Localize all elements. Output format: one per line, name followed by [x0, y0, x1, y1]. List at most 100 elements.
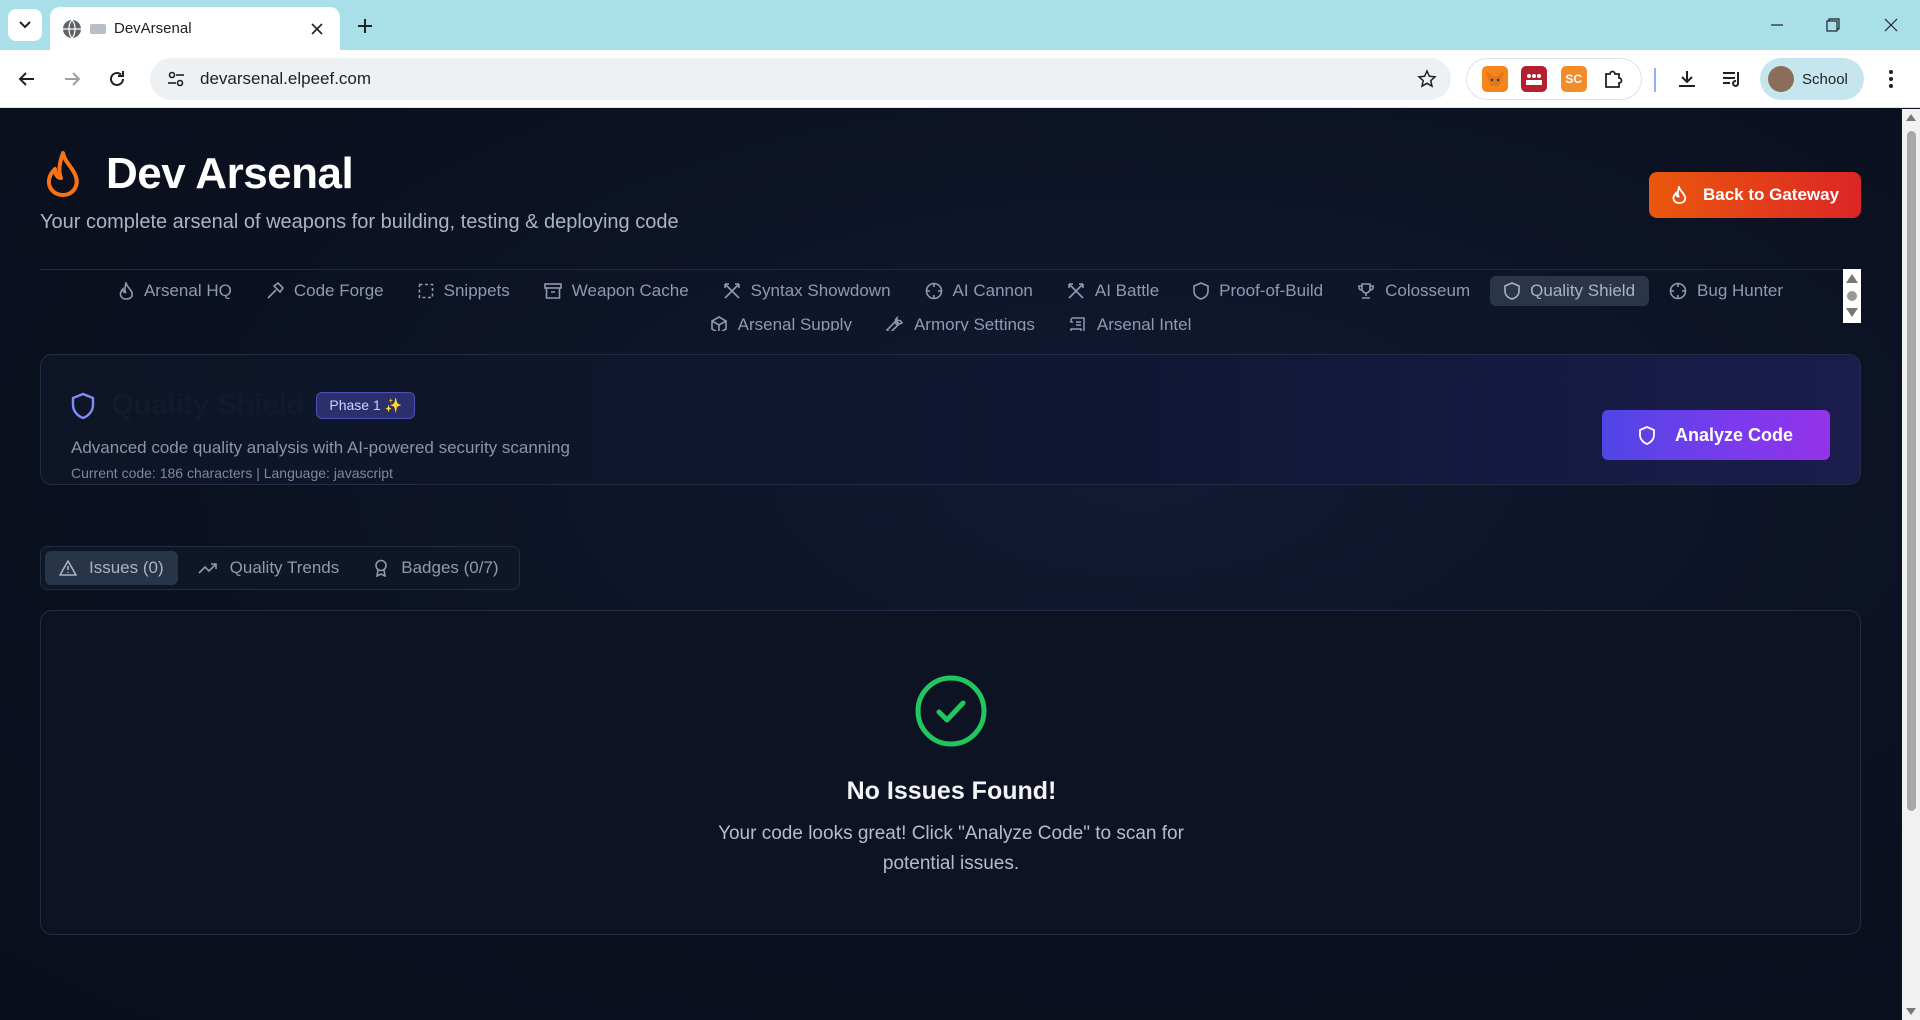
nav-item-ai-battle[interactable]: AI Battle: [1053, 276, 1173, 306]
scroll-up-arrow-icon[interactable]: [1906, 114, 1916, 121]
check-circle-icon: [915, 675, 987, 747]
nav-item-bug-hunter[interactable]: Bug Hunter: [1655, 276, 1797, 306]
page-description: Advanced code quality analysis with AI-p…: [71, 438, 570, 457]
page-favicon: [90, 23, 106, 34]
page-title: Quality Shield: [111, 389, 305, 421]
nav-item-code-forge[interactable]: Code Forge: [252, 276, 398, 306]
scroll-up-arrow-icon[interactable]: [1846, 274, 1858, 283]
site-settings-icon[interactable]: [166, 69, 186, 89]
nav-item-ai-cannon[interactable]: AI Cannon: [911, 276, 1047, 306]
browser-menu-button[interactable]: [1876, 64, 1906, 94]
close-icon: [1884, 18, 1898, 32]
phase-badge: Phase 1 ✨: [316, 392, 416, 419]
window-close-button[interactable]: [1876, 10, 1906, 40]
tab-label: Issues (0): [89, 558, 164, 577]
nav-item-label: Arsenal HQ: [143, 281, 232, 300]
nav-item-armory-settings[interactable]: Armory Settings: [872, 310, 1049, 331]
nav-item-weapon-cache[interactable]: Weapon Cache: [530, 276, 703, 306]
nav-item-label: Armory Settings: [913, 315, 1035, 331]
nav-item-colosseum[interactable]: Colosseum: [1343, 276, 1484, 306]
scroll-icon: [1070, 317, 1085, 331]
dashed-square-icon: [418, 283, 433, 299]
back-button[interactable]: [10, 62, 44, 96]
arrow-left-icon: [18, 72, 34, 86]
download-icon: [1679, 71, 1695, 87]
chevron-down-icon: [19, 21, 31, 29]
page-content: Dev Arsenal Your complete arsenal of wea…: [0, 109, 1902, 1020]
nav-item-arsenal-hq[interactable]: Arsenal HQ: [104, 276, 246, 306]
fox-extension-icon[interactable]: [1481, 66, 1508, 92]
close-icon: [311, 22, 323, 35]
meeting-icon: [1526, 74, 1543, 85]
browser-tabstrip: DevArsenal: [0, 0, 1920, 50]
shield-icon: [1639, 425, 1655, 445]
globe-icon: [63, 19, 81, 38]
minimize-icon: [1771, 24, 1783, 26]
nav-scrollbar[interactable]: [1843, 269, 1861, 323]
reload-button[interactable]: [100, 62, 134, 96]
fox-icon: [1485, 71, 1504, 86]
results-tabs: Issues (0) Quality Trends Badges (0/7): [40, 546, 520, 590]
nav-item-arsenal-intel[interactable]: Arsenal Intel: [1055, 310, 1206, 331]
extensions-group: SC: [1466, 58, 1642, 100]
flame-icon: [1672, 186, 1687, 204]
crosshair-icon: [925, 282, 942, 300]
page-scrollbar[interactable]: [1902, 109, 1920, 1020]
scroll-thumb[interactable]: [1847, 291, 1857, 301]
meetup-extension-icon[interactable]: [1521, 66, 1548, 92]
nav-item-syntax-showdown[interactable]: Syntax Showdown: [709, 276, 905, 306]
minimize-button[interactable]: [1762, 10, 1792, 40]
nav-item-proof-of-build[interactable]: Proof-of-Build: [1179, 276, 1337, 306]
trending-up-icon: [198, 563, 217, 574]
tab-badges[interactable]: Badges (0/7): [359, 551, 512, 585]
back-to-gateway-label: Back to Gateway: [1702, 185, 1840, 204]
scroll-down-arrow-icon[interactable]: [1906, 1008, 1916, 1015]
tab-title: DevArsenal: [114, 20, 192, 37]
no-issues-message: Your code looks great! Click "Analyze Co…: [718, 823, 1184, 874]
forward-button[interactable]: [55, 62, 89, 96]
scroll-thumb[interactable]: [1907, 131, 1916, 811]
profile-button[interactable]: School: [1760, 58, 1864, 100]
swords-icon: [723, 283, 740, 299]
nav-item-label: Arsenal Supply: [737, 315, 852, 331]
wrench-icon: [885, 316, 903, 331]
profile-name: School: [1802, 70, 1848, 88]
nav-item-snippets[interactable]: Snippets: [404, 276, 524, 306]
browser-tab[interactable]: DevArsenal: [50, 7, 340, 50]
nav-item-label: AI Battle: [1094, 281, 1160, 300]
tab-issues[interactable]: Issues (0): [45, 551, 178, 585]
award-icon: [375, 559, 388, 577]
media-controls-button[interactable]: [1717, 64, 1747, 94]
nav-item-arsenal-supply[interactable]: Arsenal Supply: [696, 310, 866, 331]
hammer-icon: [267, 282, 284, 299]
toolbar-separator: [1654, 68, 1656, 92]
address-bar[interactable]: devarsenal.elpeef.com: [150, 58, 1451, 100]
bookmark-star-icon[interactable]: [1417, 69, 1437, 89]
issues-panel: No Issues Found! Your code looks great! …: [40, 610, 1861, 935]
new-tab-button[interactable]: [352, 13, 378, 39]
nav-item-label: AI Cannon: [952, 281, 1033, 300]
nav-item-label: Quality Shield: [1530, 281, 1636, 300]
nav-item-label: Code Forge: [293, 281, 384, 300]
code-meta: Current code: 186 characters | Language:…: [71, 465, 393, 481]
extensions-puzzle-button[interactable]: [1600, 66, 1626, 92]
shield-icon: [71, 392, 95, 419]
nav-item-label: Proof-of-Build: [1219, 281, 1324, 300]
tab-quality-trends[interactable]: Quality Trends: [184, 551, 354, 585]
box-icon: [710, 316, 727, 331]
reload-icon: [110, 71, 124, 86]
tab-label: Quality Trends: [229, 558, 340, 577]
downloads-button[interactable]: [1672, 64, 1702, 94]
nav-item-label: Colosseum: [1385, 281, 1471, 300]
back-to-gateway-button[interactable]: Back to Gateway: [1649, 172, 1861, 218]
archive-icon: [543, 283, 562, 299]
flame-icon: [46, 151, 79, 197]
tab-close-button[interactable]: [306, 18, 328, 40]
nav-item-label: Syntax Showdown: [750, 281, 891, 300]
tab-search-button[interactable]: [8, 9, 42, 41]
scroll-down-arrow-icon[interactable]: [1846, 308, 1858, 317]
restore-button[interactable]: [1818, 10, 1848, 40]
nav-item-quality-shield[interactable]: Quality Shield: [1490, 276, 1650, 306]
analyze-code-button[interactable]: Analyze Code: [1602, 410, 1830, 460]
sc-extension-icon[interactable]: SC: [1560, 66, 1587, 92]
